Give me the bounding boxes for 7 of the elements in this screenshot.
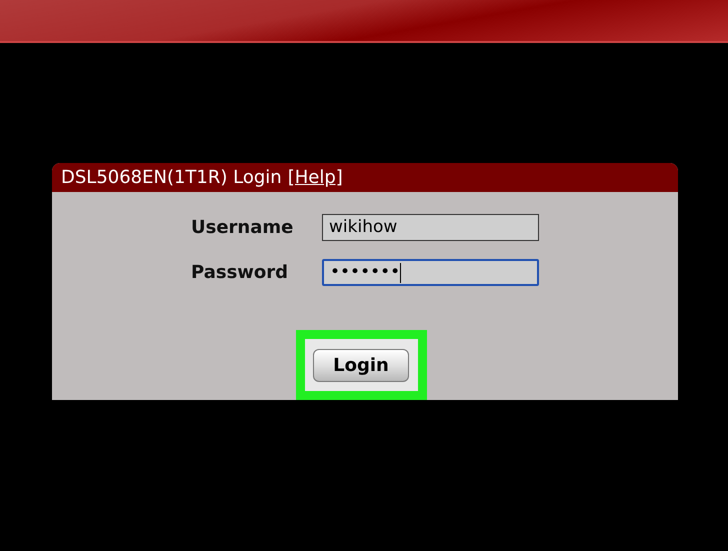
input-field[interactable]: wikihow: [322, 214, 539, 241]
input-field[interactable]: •••••••: [322, 259, 539, 286]
field-label: Username: [191, 216, 294, 240]
login-button[interactable]: Login: [313, 348, 409, 382]
field-label: Password: [191, 261, 290, 285]
panel-title: DSL5068EN(1T1R) Login: [61, 166, 282, 190]
help-link[interactable]: [Help]: [288, 164, 343, 191]
